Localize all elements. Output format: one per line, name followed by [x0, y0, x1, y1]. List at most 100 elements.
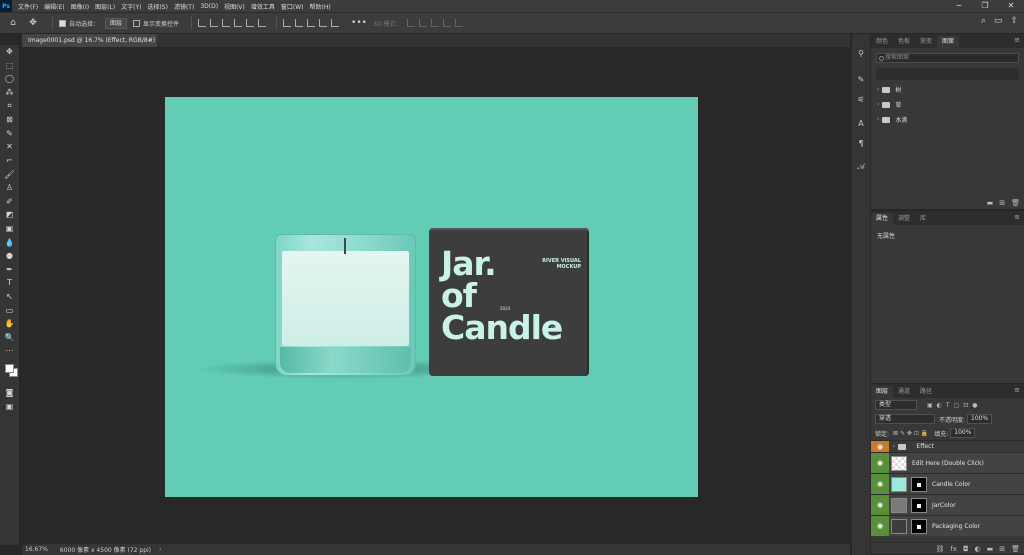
menu-view[interactable]: 视图(V): [224, 2, 245, 11]
lock-icons[interactable]: ⊠ ✎ ✥ ⊡ 🔒: [893, 430, 928, 437]
photoshop-logo-icon[interactable]: Ps: [0, 0, 12, 12]
restore-icon[interactable]: ❐: [972, 0, 998, 12]
type-tool-icon[interactable]: T: [3, 276, 17, 290]
fx-icon[interactable]: fx: [950, 545, 957, 553]
foreground-color[interactable]: [4, 363, 14, 373]
tab-adjustments[interactable]: 调整: [893, 213, 915, 225]
gradient-tool-icon[interactable]: ◩: [3, 208, 17, 222]
menu-plugins[interactable]: 增效工具: [251, 2, 275, 11]
move-icon[interactable]: ✥: [26, 16, 40, 30]
more-options-icon[interactable]: •••: [351, 18, 367, 28]
minimize-icon[interactable]: ─: [946, 0, 972, 12]
tab-libraries[interactable]: 库: [915, 213, 931, 225]
close-icon[interactable]: ✕: [998, 0, 1024, 12]
color-swatches[interactable]: [3, 362, 18, 380]
menu-layer[interactable]: 图层(L): [95, 2, 115, 11]
brush-tool-icon[interactable]: ⌐: [3, 154, 17, 168]
menu-help[interactable]: 帮助(H): [310, 2, 331, 11]
tab-paths[interactable]: 路径: [915, 386, 937, 398]
menu-file[interactable]: 文件(F): [18, 2, 38, 11]
marquee-tool-icon[interactable]: ⬚: [3, 59, 17, 73]
type-filter-icon[interactable]: T: [946, 402, 950, 409]
zoom-tool-icon[interactable]: 🔍: [3, 330, 17, 344]
eraser-tool-icon[interactable]: ✐: [3, 195, 17, 209]
tab-properties[interactable]: 属性: [871, 213, 894, 225]
history-brush-tool-icon[interactable]: ♙: [3, 181, 17, 195]
adjustment-layer-icon[interactable]: ◐: [975, 545, 981, 553]
path-selection-tool-icon[interactable]: ↖: [3, 290, 17, 304]
add-mask-icon[interactable]: ◘: [963, 545, 969, 553]
frame-tool-icon[interactable]: ⊠: [3, 113, 17, 127]
visibility-eye-icon[interactable]: ◉: [871, 474, 889, 494]
folder-grass[interactable]: › 草: [871, 97, 1024, 112]
healing-tool-icon[interactable]: ✕: [3, 140, 17, 154]
pattern-search-input[interactable]: 搜索图案: [876, 53, 1019, 63]
dodge-tool-icon[interactable]: ●: [3, 249, 17, 263]
screen-mode-icon[interactable]: ▣: [3, 399, 17, 413]
pen-tool-icon[interactable]: ✒: [3, 263, 17, 277]
show-transform-checkbox[interactable]: [133, 19, 141, 27]
layer-row-edit-here[interactable]: ◉ Edit Here (Double Click): [871, 452, 1024, 473]
shape-filter-icon[interactable]: ▢: [954, 402, 960, 409]
share-icon[interactable]: ⇪: [1010, 16, 1018, 26]
adjustment-filter-icon[interactable]: ◐: [937, 402, 942, 409]
folder-water[interactable]: › 水滴: [871, 112, 1024, 127]
menu-edit[interactable]: 编辑(E): [44, 2, 64, 11]
lasso-tool-icon[interactable]: ◯: [3, 72, 17, 86]
pattern-slider[interactable]: [876, 68, 1019, 80]
close-tab-icon[interactable]: ×: [148, 34, 153, 47]
menu-filter[interactable]: 滤镜(T): [174, 2, 194, 11]
menu-3d[interactable]: 3D(D): [200, 3, 218, 10]
shape-tool-icon[interactable]: ▭: [3, 303, 17, 317]
distribute-buttons[interactable]: [283, 19, 340, 27]
home-icon[interactable]: ⌂: [6, 16, 20, 30]
auto-select-checkbox[interactable]: [59, 19, 66, 27]
tab-color[interactable]: 颜色: [871, 36, 893, 48]
character-panel-icon[interactable]: A: [854, 116, 868, 130]
tab-gradients[interactable]: 渐变: [915, 36, 937, 48]
new-group-icon[interactable]: ▬: [987, 545, 994, 553]
layer-filter-dropdown[interactable]: 类型: [875, 400, 917, 410]
brush-settings-icon[interactable]: ✎: [854, 72, 868, 86]
pixel-filter-icon[interactable]: ▣: [927, 402, 933, 409]
layer-row-packaging-color[interactable]: ◉ Packaging Color: [871, 515, 1024, 536]
layer-row-jar-color[interactable]: ◉ JarColor: [871, 494, 1024, 515]
delete-layer-icon[interactable]: 🗑: [1011, 545, 1020, 553]
document-tab[interactable]: Image0001.psd @ 16.7% (Effect, RGB/8#) ×: [22, 34, 157, 47]
panel-menu-icon[interactable]: ≡: [1014, 213, 1020, 221]
zoom-level[interactable]: 16.67%: [25, 546, 48, 553]
fill-input[interactable]: 100%: [950, 428, 976, 438]
folder-tree[interactable]: › 树: [871, 82, 1024, 97]
new-layer-icon[interactable]: ⊞: [999, 545, 1005, 553]
adjust-icon[interactable]: ⚟: [854, 92, 868, 106]
more-tools-icon[interactable]: ⋯: [3, 344, 17, 358]
align-buttons[interactable]: [198, 19, 267, 27]
link-layers-icon[interactable]: ⛓: [935, 545, 944, 553]
quick-mask-icon[interactable]: ◙: [3, 386, 17, 400]
tab-swatches[interactable]: 色板: [893, 36, 915, 48]
chevron-right-icon[interactable]: ›: [893, 443, 895, 450]
smart-filter-icon[interactable]: ⊡: [963, 402, 968, 409]
workspace-icon[interactable]: ▭: [994, 16, 1003, 26]
menu-window[interactable]: 窗口(W): [281, 2, 304, 11]
panel-menu-icon[interactable]: ≡: [1014, 36, 1020, 44]
fill-tool-icon[interactable]: ▣: [3, 222, 17, 236]
blend-mode-dropdown[interactable]: 穿透: [875, 414, 935, 424]
hand-tool-icon[interactable]: ✋: [3, 317, 17, 331]
search-icon[interactable]: ⌕: [981, 16, 986, 26]
tab-layers[interactable]: 图层: [871, 386, 894, 398]
panel-menu-icon[interactable]: ≡: [1014, 386, 1020, 394]
clone-stamp-tool-icon[interactable]: 🖌: [3, 167, 17, 181]
tab-patterns[interactable]: 图案: [937, 36, 960, 48]
visibility-eye-icon[interactable]: ◉: [871, 453, 889, 473]
document-canvas[interactable]: Jar. of Candle RIVER VISUAL MOCKUP 2024 …: [165, 97, 698, 497]
new-group-icon[interactable]: ▬: [987, 199, 994, 207]
history-panel-icon[interactable]: ⚲: [854, 46, 868, 60]
visibility-eye-icon[interactable]: ◉: [871, 495, 889, 515]
menu-select[interactable]: 选择(S): [147, 2, 168, 11]
tab-channels[interactable]: 通道: [893, 386, 915, 398]
canvas-area[interactable]: Jar. of Candle RIVER VISUAL MOCKUP 2024 …: [22, 47, 850, 544]
layer-row-effect[interactable]: ◉ › Effect: [871, 440, 1024, 452]
glyphs-panel-icon[interactable]: 𝒜: [854, 160, 868, 174]
status-menu-arrow[interactable]: ›: [159, 546, 161, 553]
